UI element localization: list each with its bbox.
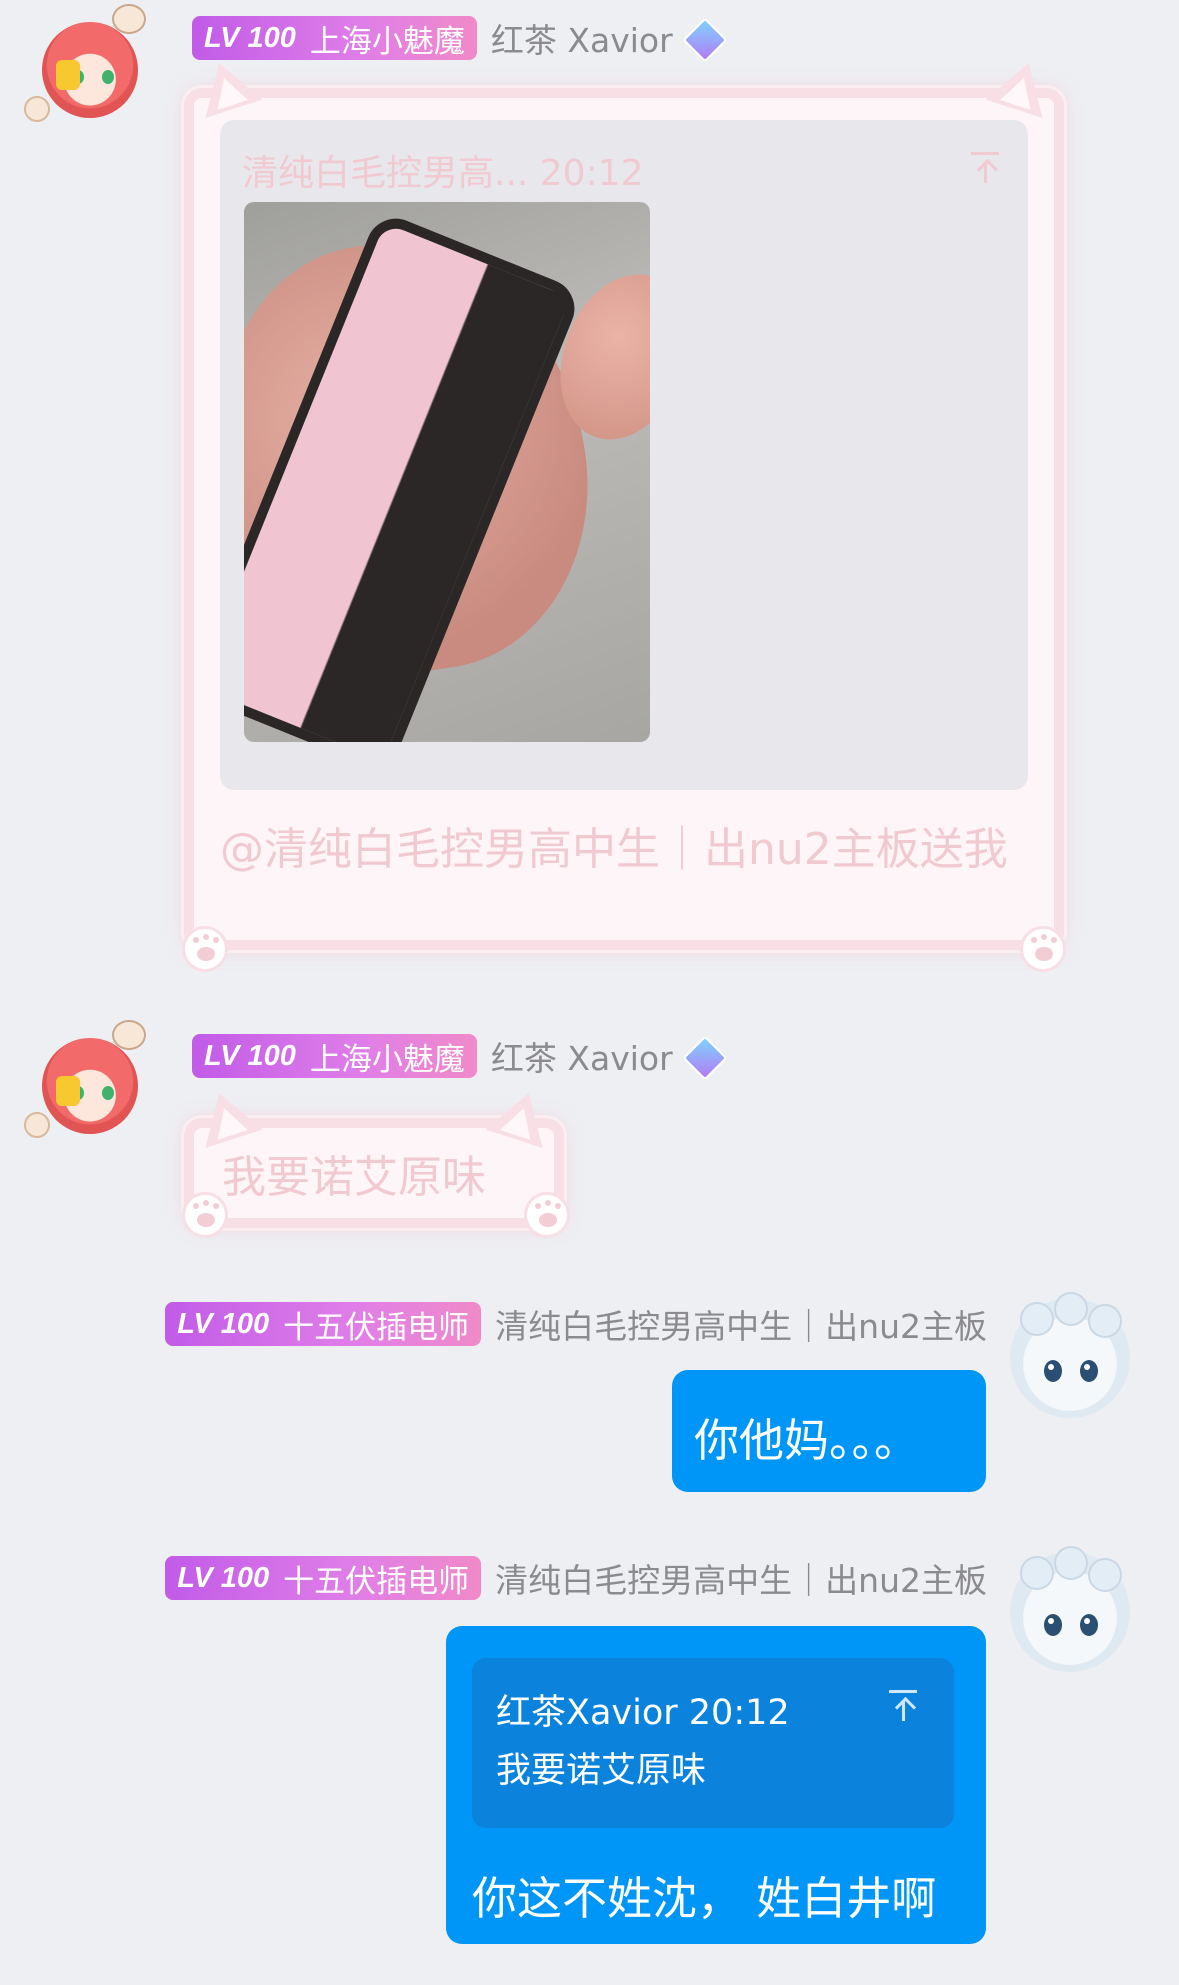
avatar-curl: [1054, 1292, 1088, 1326]
message-bubble[interactable]: 清纯白毛控男高... 20:12 @清纯白毛控男高中生｜出nu2主板送我: [184, 88, 1064, 950]
sender-header: LV 100 十五伏插电师 清纯白毛控男高中生｜出nu2主板: [165, 1302, 987, 1346]
badge-level: LV 100: [177, 1307, 270, 1340]
message-bubble[interactable]: 我要诺艾原味: [184, 1118, 564, 1228]
bunny-icon: [24, 1112, 50, 1138]
message-text: 我要诺艾原味: [222, 1152, 486, 1203]
quoted-photo[interactable]: [244, 202, 650, 742]
paw-decoration: [182, 926, 228, 972]
avatar-eye: [1080, 1614, 1098, 1636]
badge-level: LV 100: [204, 1039, 296, 1072]
avatar-curl: [1054, 1546, 1088, 1580]
jump-to-top-icon[interactable]: [886, 1688, 920, 1722]
sender-header: LV 100 上海小魅魔 红茶 Xavior: [192, 16, 721, 60]
level-badge[interactable]: LV 100 十五伏插电师: [165, 1556, 482, 1600]
hair-clip: [56, 1076, 80, 1106]
bunny-icon: [24, 96, 50, 122]
sender-header: LV 100 十五伏插电师 清纯白毛控男高中生｜出nu2主板: [165, 1556, 987, 1600]
avatar[interactable]: [1010, 1546, 1130, 1672]
paw-decoration: [182, 1192, 228, 1238]
diamond-crown-icon: [685, 20, 721, 56]
avatar-curl: [1088, 1304, 1122, 1338]
avatar-eye: [1080, 1360, 1098, 1382]
avatar-eye: [1044, 1360, 1062, 1382]
avatar-eye: [102, 1086, 114, 1100]
level-badge[interactable]: LV 100 十五伏插电师: [165, 1302, 482, 1346]
avatar-curl: [1020, 1556, 1054, 1590]
message-text: @清纯白毛控男高中生｜出nu2主板送我: [220, 824, 1008, 875]
sender-nickname[interactable]: 清纯白毛控男高中生｜出nu2主板: [495, 1554, 987, 1602]
cat-ear-decoration: [985, 50, 1058, 118]
avatar-eye: [1044, 1614, 1062, 1636]
paw-decoration: [524, 1192, 570, 1238]
badge-title: 上海小魅魔: [309, 1041, 465, 1078]
quote-header: 清纯白毛控男高... 20:12: [242, 153, 644, 194]
avatar[interactable]: [24, 1020, 148, 1144]
hair-clip: [56, 60, 80, 90]
level-badge[interactable]: LV 100 上海小魅魔: [192, 1034, 477, 1078]
badge-title: 十五伏插电师: [283, 1309, 470, 1346]
cat-ear-decoration: [189, 1080, 262, 1148]
avatar[interactable]: [1010, 1292, 1130, 1418]
message-text: 你他妈。。。: [694, 1414, 920, 1467]
jump-to-top-icon[interactable]: [968, 150, 1002, 184]
reply-header: 红茶Xavior 20:12: [496, 1693, 790, 1733]
quoted-message[interactable]: 清纯白毛控男高... 20:12: [220, 120, 1028, 790]
badge-title: 上海小魅魔: [309, 23, 465, 60]
quoted-reply[interactable]: 红茶Xavior 20:12 我要诺艾原味: [472, 1658, 954, 1828]
diamond-crown-icon: [685, 1038, 721, 1074]
cat-ear-decoration: [189, 50, 262, 118]
sender-nickname[interactable]: 清纯白毛控男高中生｜出nu2主板: [495, 1300, 987, 1348]
message-bubble[interactable]: 红茶Xavior 20:12 我要诺艾原味 你这不姓沈， 姓白井啊: [446, 1626, 986, 1944]
sender-header: LV 100 上海小魅魔 红茶 Xavior: [192, 1034, 721, 1078]
reply-text: 我要诺艾原味: [496, 1751, 707, 1791]
avatar-eye: [102, 70, 114, 84]
message-text: 你这不姓沈， 姓白井啊: [472, 1872, 937, 1925]
badge-title: 十五伏插电师: [283, 1563, 470, 1600]
cat-ear-decoration: [485, 1080, 558, 1148]
bear-icon: [112, 1020, 146, 1050]
badge-level: LV 100: [204, 21, 296, 54]
avatar[interactable]: [24, 4, 148, 128]
sender-nickname[interactable]: 红茶 Xavior: [491, 1032, 673, 1080]
bear-icon: [112, 4, 146, 34]
paw-decoration: [1020, 926, 1066, 972]
sender-nickname[interactable]: 红茶 Xavior: [491, 14, 673, 62]
avatar-curl: [1020, 1302, 1054, 1336]
avatar-curl: [1088, 1558, 1122, 1592]
badge-level: LV 100: [177, 1561, 270, 1594]
message-bubble[interactable]: 你他妈。。。: [672, 1370, 986, 1492]
